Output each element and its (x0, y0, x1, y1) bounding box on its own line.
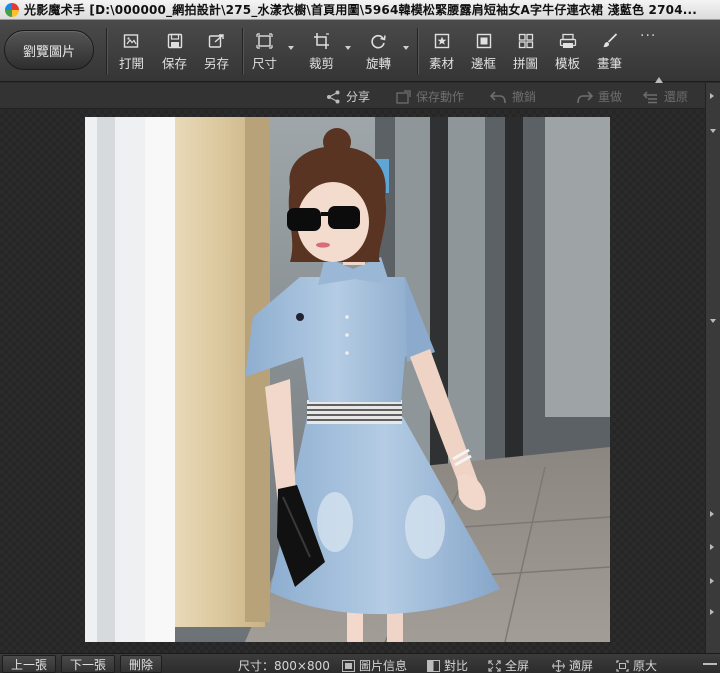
save-button[interactable]: 保存 (162, 32, 187, 72)
prev-image-button[interactable]: 上一張 (2, 655, 57, 673)
template-button[interactable]: 模板 (555, 32, 580, 72)
toolbar-separator (106, 28, 107, 74)
collage-icon (518, 32, 534, 50)
frame-icon (476, 32, 492, 50)
save-action-button[interactable]: 保存動作 (396, 88, 464, 105)
fit-screen-label: 適屏 (569, 659, 594, 673)
fullscreen-icon (488, 659, 501, 672)
redo-button[interactable]: 重做 (576, 88, 622, 105)
status-bar: 上一張 下一張 刪除 尺寸：800×800 圖片信息 對比 全屏 適屏 原大 (0, 653, 720, 673)
fullscreen-label: 全屏 (505, 659, 530, 673)
restore-button[interactable]: 還原 (643, 88, 688, 105)
open-button[interactable]: 打開 (119, 32, 144, 72)
compare-icon (427, 659, 440, 672)
toolbar-separator (242, 28, 243, 74)
panel-expand-icon[interactable] (710, 93, 714, 99)
template-label: 模板 (555, 56, 581, 71)
undo-icon (490, 90, 506, 103)
fit-screen-button[interactable]: 適屏 (552, 657, 593, 673)
compare-button[interactable]: 對比 (427, 657, 468, 673)
image-canvas[interactable] (0, 110, 705, 653)
resize-dropdown-icon[interactable] (288, 46, 294, 50)
brush-button[interactable]: 畫筆 (597, 32, 622, 72)
more-icon: ··· (640, 28, 657, 44)
share-label: 分享 (346, 90, 371, 104)
redo-icon (577, 90, 593, 103)
crop-dropdown-icon[interactable] (345, 46, 351, 50)
rotate-button[interactable]: 旋轉 (366, 32, 391, 72)
rotate-icon (370, 32, 387, 50)
collage-label: 拼圖 (513, 56, 539, 71)
photo[interactable] (85, 117, 610, 642)
browse-images-button[interactable]: 劉覽圖片 (4, 30, 94, 70)
crop-label: 裁剪 (309, 56, 335, 71)
panel-expand-icon[interactable] (710, 511, 714, 517)
share-icon (327, 90, 340, 103)
material-label: 素材 (429, 56, 455, 71)
resize-button[interactable]: 尺寸 (252, 32, 277, 72)
brush-label: 畫筆 (597, 56, 623, 71)
info-icon (342, 659, 355, 672)
fullscreen-button[interactable]: 全屏 (488, 657, 529, 673)
delete-button[interactable]: 刪除 (120, 655, 163, 673)
save-icon (167, 32, 183, 50)
rotate-dropdown-icon[interactable] (403, 46, 409, 50)
crop-icon (313, 32, 330, 50)
share-button[interactable]: 分享 (326, 88, 370, 105)
photo-illustration (85, 117, 610, 642)
more-button[interactable]: ··· (640, 28, 656, 68)
action-bar: 分享 保存動作 撤銷 重做 還原 (0, 83, 705, 109)
image-size-text: 尺寸：800×800 (238, 659, 330, 673)
zoom-out-icon[interactable] (703, 663, 717, 665)
compare-label: 對比 (444, 659, 469, 673)
save-action-icon (396, 89, 411, 104)
original-size-button[interactable]: 原大 (616, 657, 657, 673)
panel-collapse-icon[interactable] (710, 319, 716, 323)
panel-expand-icon[interactable] (710, 609, 714, 615)
save-as-button[interactable]: 另存 (204, 32, 229, 72)
open-icon (123, 32, 140, 50)
material-button[interactable]: 素材 (429, 32, 454, 72)
frame-button[interactable]: 邊框 (471, 32, 496, 72)
title-bar: 光影魔术手 [D:\000000_網拍設計\275_水漾衣櫥\首頁用圖\5964… (0, 0, 720, 20)
image-info-button[interactable]: 圖片信息 (342, 657, 407, 673)
window-title: 光影魔术手 [D:\000000_網拍設計\275_水漾衣櫥\首頁用圖\5964… (24, 3, 698, 17)
crop-button[interactable]: 裁剪 (309, 32, 334, 72)
open-label: 打開 (119, 56, 145, 71)
rotate-label: 旋轉 (366, 56, 392, 71)
main-toolbar: 劉覽圖片 打開 保存 另存 尺寸 裁剪 旋轉 素材 邊框 拼圖 模板 畫筆 ··… (0, 20, 720, 83)
material-icon (434, 32, 450, 50)
frame-label: 邊框 (471, 56, 497, 71)
panel-expand-icon[interactable] (710, 578, 714, 584)
restore-icon (643, 90, 657, 103)
undo-button[interactable]: 撤銷 (490, 88, 536, 105)
template-icon (559, 32, 577, 50)
app-logo-icon (5, 2, 19, 17)
fit-screen-icon (552, 659, 565, 672)
next-image-button[interactable]: 下一張 (61, 655, 116, 673)
collage-button[interactable]: 拼圖 (513, 32, 538, 72)
original-size-label: 原大 (633, 659, 658, 673)
save-as-label: 另存 (204, 56, 230, 71)
redo-label: 重做 (598, 90, 623, 104)
brush-icon (601, 32, 618, 50)
toolbar-separator (417, 28, 418, 74)
save-as-icon (208, 32, 225, 50)
image-info-label: 圖片信息 (359, 659, 408, 673)
save-label: 保存 (162, 56, 188, 71)
restore-label: 還原 (664, 90, 689, 104)
save-action-label: 保存動作 (416, 90, 465, 104)
side-panel-strip (705, 83, 720, 653)
undo-label: 撤銷 (512, 90, 537, 104)
resize-icon (256, 32, 273, 50)
panel-collapse-icon[interactable] (710, 129, 716, 133)
resize-label: 尺寸 (252, 56, 278, 71)
panel-expand-icon[interactable] (710, 544, 714, 550)
original-size-icon (616, 659, 629, 672)
